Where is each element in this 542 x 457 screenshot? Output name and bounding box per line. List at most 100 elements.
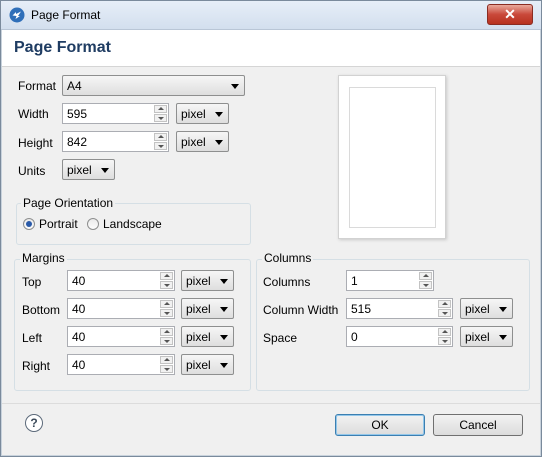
column-width-unit-value: pixel	[465, 302, 490, 316]
margin-bottom-unit-select[interactable]: pixel	[181, 298, 234, 319]
margin-top-label: Top	[22, 275, 42, 289]
page-preview	[338, 75, 446, 239]
close-button[interactable]: ✕	[487, 4, 533, 25]
format-label: Format	[18, 79, 57, 93]
margin-right-spinner-buttons	[160, 356, 173, 373]
decrement-icon[interactable]	[160, 365, 173, 373]
units-label: Units	[18, 164, 46, 178]
column-space-unit-value: pixel	[465, 330, 490, 344]
app-logo-icon	[9, 7, 25, 23]
columns-count-input[interactable]	[347, 271, 417, 290]
increment-icon[interactable]	[438, 300, 451, 308]
decrement-icon[interactable]	[160, 309, 173, 317]
columns-count-label: Columns	[263, 275, 311, 289]
chevron-down-icon	[499, 335, 507, 340]
margin-right-unit-value: pixel	[186, 358, 211, 372]
window-title: Page Format	[31, 8, 101, 22]
column-space-unit-select[interactable]: pixel	[460, 326, 513, 347]
landscape-radio[interactable]	[87, 218, 99, 230]
margin-bottom-spinner[interactable]	[67, 298, 175, 319]
decrement-icon[interactable]	[154, 114, 167, 122]
margin-left-spinner-buttons	[160, 328, 173, 345]
ok-button[interactable]: OK	[335, 414, 425, 436]
chevron-down-icon	[101, 168, 109, 173]
format-select[interactable]: A4	[62, 75, 245, 96]
decrement-icon[interactable]	[419, 281, 432, 289]
margin-top-spinner-buttons	[160, 272, 173, 289]
decrement-icon[interactable]	[438, 337, 451, 345]
portrait-radio[interactable]	[23, 218, 35, 230]
margin-right-spinner[interactable]	[67, 354, 175, 375]
margins-group-title: Margins	[20, 251, 67, 265]
page-format-dialog: Page Format ✕ Page Format Format A4 Widt…	[0, 0, 542, 457]
margin-right-label: Right	[22, 359, 51, 373]
increment-icon[interactable]	[419, 272, 432, 280]
width-unit-value: pixel	[181, 107, 206, 121]
margin-left-input[interactable]	[68, 327, 158, 346]
height-input[interactable]	[63, 132, 153, 151]
width-input[interactable]	[63, 104, 153, 123]
decrement-icon[interactable]	[160, 337, 173, 345]
units-select[interactable]: pixel	[62, 159, 115, 180]
margin-bottom-unit-value: pixel	[186, 302, 211, 316]
column-space-spinner-buttons	[438, 328, 451, 345]
chevron-down-icon	[220, 335, 228, 340]
width-spinner[interactable]	[62, 103, 169, 124]
margin-bottom-label: Bottom	[22, 303, 61, 317]
increment-icon[interactable]	[438, 328, 451, 336]
chevron-down-icon	[215, 140, 223, 145]
chevron-down-icon	[220, 363, 228, 368]
title-bar: Page Format ✕	[1, 1, 541, 30]
chevron-down-icon	[220, 307, 228, 312]
columns-count-spinner[interactable]	[346, 270, 434, 291]
columns-group-title: Columns	[262, 251, 314, 265]
increment-icon[interactable]	[160, 272, 173, 280]
increment-icon[interactable]	[160, 356, 173, 364]
decrement-icon[interactable]	[160, 281, 173, 289]
format-value: A4	[67, 79, 82, 93]
margin-left-label: Left	[22, 331, 43, 345]
margin-right-unit-select[interactable]: pixel	[181, 354, 234, 375]
margin-left-unit-select[interactable]: pixel	[181, 326, 234, 347]
width-unit-select[interactable]: pixel	[176, 103, 229, 124]
column-width-spinner-buttons	[438, 300, 451, 317]
height-spinner-buttons	[154, 133, 167, 150]
chevron-down-icon	[215, 112, 223, 117]
increment-icon[interactable]	[160, 300, 173, 308]
height-label: Height	[18, 136, 53, 150]
increment-icon[interactable]	[160, 328, 173, 336]
margin-top-unit-value: pixel	[186, 274, 211, 288]
margin-top-spinner[interactable]	[67, 270, 175, 291]
chevron-down-icon	[220, 279, 228, 284]
units-value: pixel	[67, 163, 92, 177]
column-width-unit-select[interactable]: pixel	[460, 298, 513, 319]
height-unit-value: pixel	[181, 135, 206, 149]
decrement-icon[interactable]	[438, 309, 451, 317]
width-label: Width	[18, 107, 49, 121]
height-unit-select[interactable]: pixel	[176, 131, 229, 152]
column-space-label: Space	[263, 331, 298, 345]
chevron-down-icon	[499, 307, 507, 312]
margin-left-spinner[interactable]	[67, 326, 175, 347]
increment-icon[interactable]	[154, 105, 167, 113]
width-spinner-buttons	[154, 105, 167, 122]
column-space-spinner[interactable]	[346, 326, 453, 347]
margin-top-input[interactable]	[68, 271, 158, 290]
column-width-input[interactable]	[347, 299, 437, 318]
cancel-button[interactable]: Cancel	[433, 414, 523, 436]
height-spinner[interactable]	[62, 131, 169, 152]
chevron-down-icon	[231, 84, 239, 89]
margin-top-unit-select[interactable]: pixel	[181, 270, 234, 291]
column-space-input[interactable]	[347, 327, 437, 346]
margin-right-input[interactable]	[68, 355, 158, 374]
column-width-spinner[interactable]	[346, 298, 453, 319]
increment-icon[interactable]	[154, 133, 167, 141]
page-title: Page Format	[14, 39, 111, 56]
decrement-icon[interactable]	[154, 142, 167, 150]
footer-divider	[2, 403, 540, 404]
columns-count-spinner-buttons	[419, 272, 432, 289]
margin-bottom-input[interactable]	[68, 299, 158, 318]
landscape-label: Landscape	[103, 217, 162, 231]
close-icon: ✕	[504, 6, 516, 22]
help-icon[interactable]: ?	[25, 414, 43, 432]
